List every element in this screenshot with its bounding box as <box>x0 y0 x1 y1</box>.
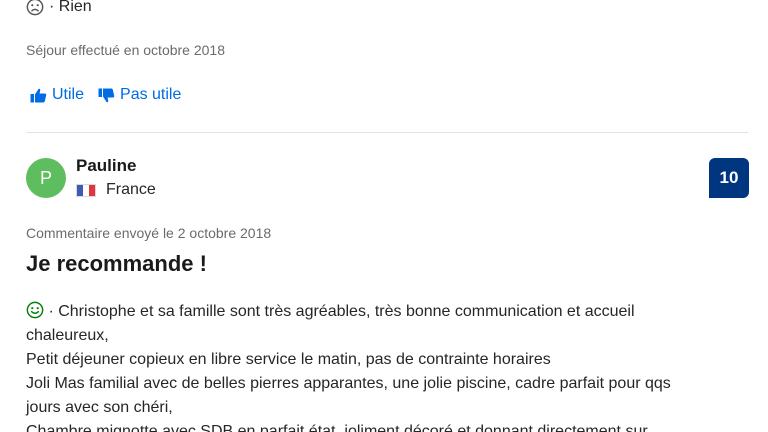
happy-face-icon <box>26 301 44 319</box>
not-helpful-label: Pas utile <box>120 86 182 103</box>
positive-comment-line: chaleureux, <box>26 327 109 344</box>
helpful-label: Utile <box>52 86 85 103</box>
review-divider <box>26 132 748 133</box>
france-flag-icon <box>76 183 96 197</box>
thumbs-up-icon <box>30 88 47 102</box>
positive-comment-line: jours avec son chéri, <box>26 399 173 416</box>
sad-face-icon <box>26 0 44 16</box>
helpfulness-votes: Utile Pas utile <box>30 86 181 104</box>
reviewer-country: France <box>76 181 156 199</box>
positive-comment-line: Joli Mas familial avec de belles pierres… <box>26 375 671 392</box>
reviewer-name: Pauline <box>76 156 137 175</box>
negative-comment-text: · Rien <box>49 0 92 15</box>
country-name: France <box>106 181 156 198</box>
helpful-button[interactable]: Utile <box>30 86 84 104</box>
negative-comment-row: · Rien <box>26 0 92 16</box>
comment-date: Commentaire envoyé le 2 octobre 2018 <box>26 225 272 241</box>
thumbs-down-icon <box>98 88 115 102</box>
positive-comment-line: Petit déjeuner copieux en libre service … <box>26 351 551 368</box>
stay-info: Séjour effectué en octobre 2018 <box>26 42 226 58</box>
review-score-badge: 10 <box>709 158 749 198</box>
review-title: Je recommande ! <box>26 251 207 276</box>
avatar: P <box>26 158 66 198</box>
positive-comment-line: · Christophe et sa famille sont très agr… <box>26 300 748 324</box>
not-helpful-button[interactable]: Pas utile <box>98 86 181 104</box>
review-page: · Rien Séjour effectué en octobre 2018 U… <box>0 0 768 432</box>
positive-comment-line: Chambre mignotte avec SDB en parfait éta… <box>26 423 648 432</box>
positive-line-text: · Christophe et sa famille sont très agr… <box>48 303 635 320</box>
positive-comment: · Christophe et sa famille sont très agr… <box>26 300 748 432</box>
